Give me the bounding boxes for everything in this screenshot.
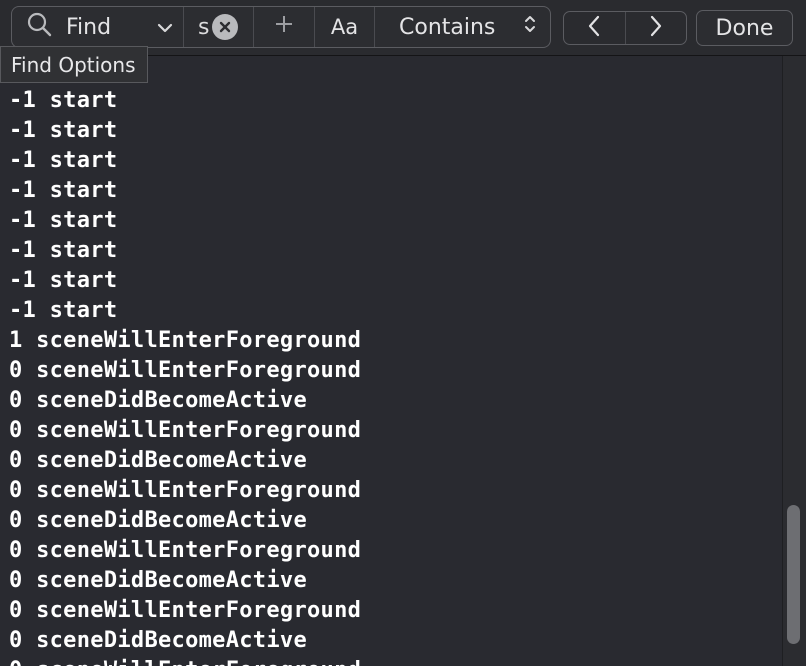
add-pattern-button[interactable] [254,7,315,47]
console-lines: -1 start -1 start -1 start -1 start -1 start… [9,86,361,666]
search-input[interactable]: s [184,7,254,47]
console-line: 0 sceneWillEnterForeground [9,418,362,443]
match-mode-dropdown[interactable]: Contains [375,7,550,47]
magnifying-glass-icon [26,11,52,43]
scrollbar-thumb[interactable] [787,505,800,644]
previous-match-button[interactable] [564,12,625,44]
match-navigation [563,11,687,45]
console-window: Find s Aa Contains Done Find Options -1 … [0,0,806,666]
console-line: -1 start [9,178,118,203]
find-mode-label: Find [66,14,112,40]
console-line: -1 start [9,148,118,173]
console-line: 0 sceneDidBecomeActive [9,448,307,473]
search-query-text: s [198,14,210,40]
match-mode-label: Contains [399,14,496,40]
search-field-group: Find s Aa Contains [11,6,551,48]
next-match-button[interactable] [624,12,687,44]
find-mode-dropdown[interactable]: Find [12,7,184,47]
console-line: 0 sceneDidBecomeActive [9,568,307,593]
console-line: 1 sceneWillEnterForeground [9,328,362,353]
up-down-chevron-icon [524,14,536,40]
chevron-right-icon [649,15,663,41]
console-line: -1 start [9,118,118,143]
console-line: 0 sceneDidBecomeActive [9,508,307,533]
console-line: -1 start [9,298,118,323]
console-line: 0 sceneWillEnterForeground [9,598,362,623]
vertical-scrollbar[interactable] [782,56,806,666]
console-line: -1 start [9,238,118,263]
console-line: 0 sceneWillEnterForeground [9,538,362,563]
console-line: 0 sceneWillEnterForeground [9,656,361,666]
console-line: 0 sceneWillEnterForeground [9,478,362,503]
chevron-left-icon [587,15,601,41]
console-line: 0 sceneDidBecomeActive [9,388,307,413]
console-line: -1 start [9,208,118,233]
console-output[interactable]: -1 start -1 start -1 start -1 start -1 start… [0,56,782,666]
find-options-tooltip: Find Options [0,46,148,83]
clear-x-icon[interactable] [212,14,238,40]
chevron-down-icon [157,15,173,40]
match-case-button[interactable]: Aa [315,7,375,47]
console-line: 0 sceneWillEnterForeground [9,358,362,383]
console-line: -1 start [9,268,118,293]
console-line: 0 sceneDidBecomeActive [9,628,307,653]
plus-icon [274,14,294,40]
console-line: -1 start [9,88,118,113]
done-button[interactable]: Done [696,10,793,46]
